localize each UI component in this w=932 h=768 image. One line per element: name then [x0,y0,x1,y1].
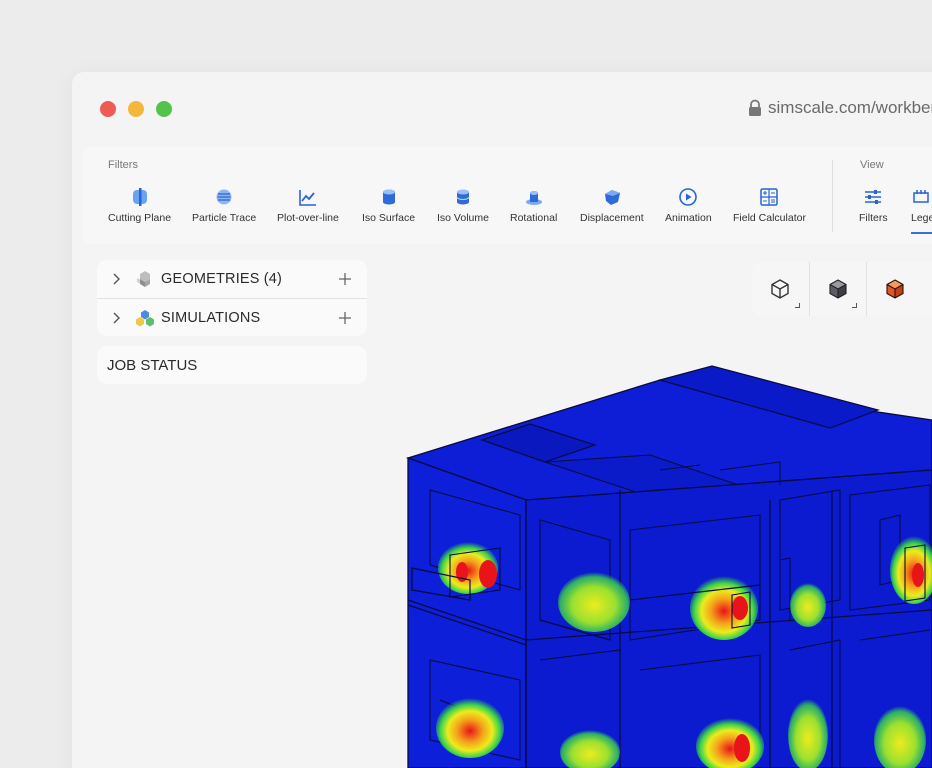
displacement-button[interactable]: Displacement [580,186,644,224]
chevron-right-icon[interactable] [109,311,123,325]
tool-label: Lege [911,212,932,224]
tool-label: Animation [665,212,712,224]
job-status-label: JOB STATUS [107,356,198,374]
iso-volume-button[interactable]: Iso Volume [437,186,489,224]
displacement-icon [601,186,623,208]
add-geometry-icon[interactable] [337,271,353,287]
view-legend-button[interactable]: Lege [911,186,932,224]
dropdown-corner-icon [852,303,857,308]
dropdown-corner-icon [795,303,800,308]
field-calculator-icon [758,186,780,208]
particle-trace-button[interactable]: Particle Trace [192,186,256,224]
particle-trace-icon [213,186,235,208]
view-section-label: View [860,159,884,171]
tool-label: Rotational [510,212,558,224]
iso-surface-icon [378,186,400,208]
lock-icon [749,99,761,116]
field-calculator-button[interactable]: Field Calculator [733,186,806,224]
legend-icon [911,186,932,208]
iso-volume-icon [452,186,474,208]
app-window: simscale.com/workben Filters Cutting Pla… [72,72,932,768]
animation-button[interactable]: Animation [665,186,712,224]
filters-section-label: Filters [108,159,138,171]
rotational-icon [523,186,545,208]
iso-surface-button[interactable]: Iso Surface [362,186,415,224]
tree-item-geometries[interactable]: GEOMETRIES (4) [97,260,367,298]
cutting-plane-icon [129,186,151,208]
job-status-panel[interactable]: JOB STATUS [97,346,367,384]
wireframe-view-button[interactable] [752,262,808,316]
address-bar[interactable]: simscale.com/workben [748,98,932,118]
toolbar-divider [832,160,833,232]
active-tab-indicator [911,232,932,234]
geometry-icon [137,271,150,287]
tool-label: Iso Surface [362,212,416,224]
browser-titlebar: simscale.com/workben [72,72,932,146]
rotational-button[interactable]: Rotational [510,186,557,224]
tool-label: Filters [859,212,888,224]
orientation-view-button[interactable] [866,262,922,316]
cutting-plane-button[interactable]: Cutting Plane [108,186,171,224]
plot-over-line-icon [297,186,319,208]
geometries-count: (4) [263,271,283,287]
sliders-icon [862,186,884,208]
tool-label: Field Calculator [733,212,806,224]
tool-label: Cutting Plane [108,212,172,224]
url-text: simscale.com/workben [768,98,932,117]
model-tree: GEOMETRIES (4) SIMULATIONS [97,260,367,336]
wireframe-cube-icon [771,279,789,299]
close-window-button[interactable] [100,101,116,117]
tool-label: Particle Trace [192,212,257,224]
zoom-window-button[interactable] [156,101,172,117]
view-cube-toolbar [752,262,932,316]
view-filters-button[interactable]: Filters [859,186,888,224]
minimize-window-button[interactable] [128,101,144,117]
animation-icon [677,186,699,208]
simulations-label: SIMULATIONS [161,309,261,326]
add-simulation-icon[interactable] [337,310,353,326]
orientation-cube-icon [885,279,904,299]
chevron-right-icon[interactable] [109,272,123,286]
simulation-icon [136,309,154,326]
tool-label: Plot-over-line [277,212,339,224]
geometries-label: GEOMETRIES [161,271,260,287]
tree-item-simulations[interactable]: SIMULATIONS [97,298,367,336]
post-processing-toolbar: Filters Cutting Plane Particle Trace Plo… [82,146,932,244]
solid-view-button[interactable] [809,262,865,316]
tool-label: Displacement [580,212,644,224]
solid-cube-icon [828,279,847,299]
tool-label: Iso Volume [437,212,489,224]
plot-over-line-button[interactable]: Plot-over-line [277,186,339,224]
